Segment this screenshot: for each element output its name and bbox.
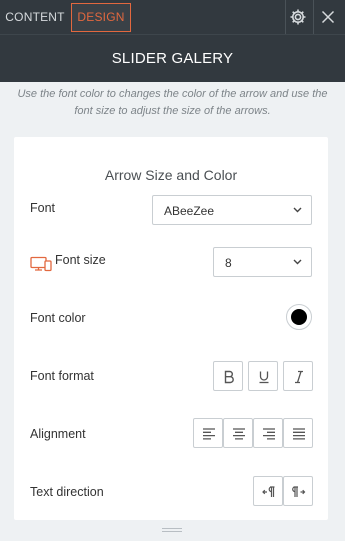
align-left-button[interactable] xyxy=(193,418,223,448)
rtl-icon xyxy=(262,486,275,497)
hint-text: Use the font color to changes the color … xyxy=(17,88,328,117)
toolbar-divider xyxy=(313,0,314,34)
monitor-icon xyxy=(30,256,52,272)
underline-button[interactable] xyxy=(248,361,278,391)
ltr-button[interactable] xyxy=(283,476,313,506)
panel-title: SLIDER GALERY xyxy=(111,50,234,67)
resize-handle-icon[interactable] xyxy=(161,527,183,533)
font-color-label: Font color xyxy=(30,311,86,325)
tab-content[interactable]: CONTENT xyxy=(4,3,66,32)
settings-card: Arrow Size and Color Font ABeeZee Font s… xyxy=(14,137,328,520)
panel-header: SLIDER GALERY xyxy=(0,34,345,82)
gear-icon[interactable] xyxy=(288,7,308,27)
underline-icon xyxy=(259,371,269,384)
bold-button[interactable] xyxy=(213,361,243,391)
italic-icon xyxy=(295,370,303,384)
font-size-value: 8 xyxy=(225,256,232,270)
chevron-down-icon xyxy=(293,207,302,213)
tab-design[interactable]: DESIGN xyxy=(71,3,131,32)
font-size-select[interactable]: 8 xyxy=(213,247,312,277)
chevron-down-icon xyxy=(293,259,302,265)
align-right-button[interactable] xyxy=(253,418,283,448)
align-right-icon xyxy=(263,428,275,440)
ltr-icon xyxy=(292,486,306,497)
font-select-value: ABeeZee xyxy=(164,204,215,218)
toolbar-divider xyxy=(285,0,286,34)
align-justify-icon xyxy=(293,428,305,440)
section-title: Arrow Size and Color xyxy=(104,167,238,183)
color-dot xyxy=(291,309,307,325)
align-left-icon xyxy=(203,428,215,440)
alignment-label: Alignment xyxy=(30,427,86,441)
bold-icon xyxy=(224,370,234,384)
align-center-button[interactable] xyxy=(223,418,253,448)
font-label: Font xyxy=(30,201,56,215)
rtl-button[interactable] xyxy=(253,476,283,506)
italic-button[interactable] xyxy=(283,361,313,391)
close-icon[interactable] xyxy=(318,7,338,27)
font-select[interactable]: ABeeZee xyxy=(152,195,312,225)
align-center-icon xyxy=(233,428,245,440)
top-bar: CONTENT DESIGN xyxy=(0,0,345,34)
text-direction-label: Text direction xyxy=(30,485,104,499)
font-size-label: Font size xyxy=(55,253,106,267)
font-color-picker[interactable] xyxy=(286,304,312,330)
font-format-label: Font format xyxy=(30,369,94,383)
align-justify-button[interactable] xyxy=(283,418,313,448)
